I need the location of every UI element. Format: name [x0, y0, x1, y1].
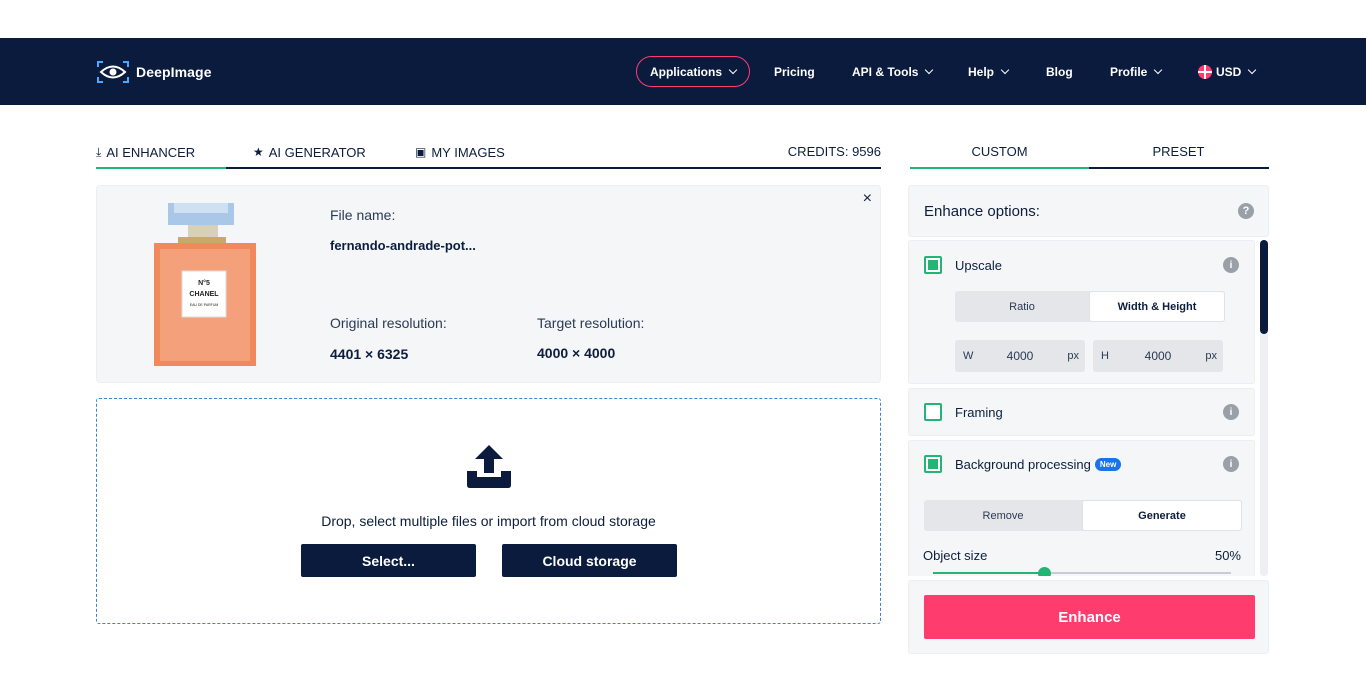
file-name-label: File name: [330, 207, 396, 223]
mode-width-height-button[interactable]: Width & Height [1089, 291, 1225, 322]
tab-ai-enhancer[interactable]: ⤓ AI ENHANCER [96, 144, 195, 160]
chevron-down-icon [728, 65, 738, 74]
tab-my-images[interactable]: ▣ MY IMAGES [415, 144, 505, 160]
nav-api-tools-label: API & Tools [852, 64, 919, 79]
tab-custom[interactable]: CUSTOM [910, 144, 1089, 159]
nav-pricing[interactable]: Pricing [774, 56, 815, 87]
height-unit: px [1205, 350, 1217, 362]
tab-ai-generator-label: AI GENERATOR [268, 144, 366, 160]
nav-profile-label: Profile [1110, 64, 1148, 79]
close-icon[interactable]: × [863, 190, 872, 208]
width-value: 4000 [1006, 349, 1034, 363]
star-icon: ★ [253, 145, 264, 159]
tab-ai-generator[interactable]: ★ AI GENERATOR [253, 144, 366, 160]
chevron-down-icon [1154, 65, 1163, 74]
file-card: N°5 CHANEL EAU DE PARFUM File name: fern… [96, 185, 881, 383]
upscale-checkbox[interactable] [924, 256, 942, 274]
bottle-label-line: N°5 [198, 279, 210, 287]
upload-dropzone[interactable]: Drop, select multiple files or import fr… [96, 398, 881, 624]
background-mode-toggle: Remove Generate [924, 500, 1242, 531]
enhance-options-header: Enhance options: ? [908, 185, 1269, 237]
width-input[interactable]: W 4000 px [955, 340, 1085, 372]
info-icon[interactable]: i [1223, 456, 1239, 472]
perfume-thumbnail: N°5 CHANEL EAU DE PARFUM [154, 203, 256, 366]
chevron-down-icon [1000, 65, 1010, 74]
info-icon[interactable]: i [1223, 257, 1239, 273]
tab-underline [1089, 167, 1269, 169]
top-navbar: DeepImage Applications Pricing API & Too… [0, 38, 1366, 105]
nav-help-label: Help [968, 64, 995, 79]
nav-api-tools[interactable]: API & Tools [852, 56, 934, 87]
tab-active-indicator [910, 167, 1089, 169]
framing-title: Framing [955, 405, 1003, 420]
tab-preset[interactable]: PRESET [1089, 144, 1268, 159]
upload-icon [467, 445, 511, 488]
enhance-options-list: Upscale i Ratio Width & Height W 4000 px… [908, 238, 1269, 576]
upscale-title: Upscale [955, 258, 1002, 273]
framing-section: Framing i [908, 388, 1255, 436]
eye-icon [97, 61, 129, 83]
enhance-footer: Enhance [908, 580, 1269, 654]
nav-pricing-label: Pricing [774, 64, 815, 79]
bottle-label-line: EAU DE PARFUM [190, 303, 219, 307]
tab-my-images-label: MY IMAGES [431, 144, 505, 160]
background-title-label: Background processing [955, 457, 1091, 472]
original-resolution-label: Original resolution: [330, 315, 447, 331]
framing-checkbox[interactable] [924, 403, 942, 421]
upscale-section: Upscale i Ratio Width & Height W 4000 px… [908, 240, 1255, 384]
images-icon: ▣ [415, 145, 427, 159]
background-title: Background processing New [955, 457, 1122, 472]
chevron-down-icon [1248, 65, 1257, 74]
height-input[interactable]: H 4000 px [1093, 340, 1223, 372]
nav-blog[interactable]: Blog [1046, 56, 1073, 87]
nav-help[interactable]: Help [968, 56, 1010, 87]
bottle-label-line: CHANEL [189, 291, 219, 298]
info-icon[interactable]: i [1223, 404, 1239, 420]
file-name-value: fernando-andrade-pot... [330, 238, 476, 253]
select-button[interactable]: Select... [301, 544, 476, 577]
nav-currency-label: USD [1216, 64, 1242, 79]
upscale-mode-toggle: Ratio Width & Height [955, 291, 1225, 322]
object-size-label: Object size [923, 548, 988, 563]
tab-underline [226, 167, 881, 169]
target-resolution-value: 4000 × 4000 [537, 345, 616, 361]
cloud-storage-button[interactable]: Cloud storage [502, 544, 677, 577]
brand-logo[interactable]: DeepImage [96, 58, 212, 86]
tab-active-indicator [96, 167, 226, 169]
brand-name: DeepImage [136, 64, 212, 80]
upload-small-icon: ⤓ [96, 144, 102, 159]
nav-applications[interactable]: Applications [636, 56, 750, 87]
credits-counter: CREDITS: 9596 [787, 144, 881, 159]
target-resolution-label: Target resolution: [537, 315, 645, 331]
width-unit: px [1067, 350, 1079, 362]
globe-icon [1198, 64, 1212, 79]
generate-button[interactable]: Generate [1082, 500, 1242, 531]
enhance-options-title: Enhance options: [924, 203, 1040, 220]
dropzone-text: Drop, select multiple files or import fr… [321, 513, 656, 529]
object-size-slider-handle[interactable] [1038, 567, 1051, 576]
nav-profile[interactable]: Profile [1110, 56, 1163, 87]
help-icon[interactable]: ? [1238, 203, 1254, 219]
background-checkbox[interactable] [924, 455, 942, 473]
nav-currency[interactable]: USD [1198, 56, 1257, 87]
height-value: 4000 [1144, 349, 1172, 363]
enhance-button[interactable]: Enhance [924, 595, 1255, 639]
nav-blog-label: Blog [1046, 64, 1073, 79]
remove-button[interactable]: Remove [924, 500, 1082, 531]
chevron-down-icon [925, 65, 934, 74]
object-size-slider-fill [933, 572, 1045, 574]
new-badge: New [1094, 458, 1122, 471]
tab-ai-enhancer-label: AI ENHANCER [106, 144, 196, 160]
object-size-value: 50% [1214, 548, 1241, 563]
original-resolution-value: 4401 × 6325 [330, 346, 409, 362]
nav-applications-label: Applications [649, 64, 722, 79]
mode-ratio-button[interactable]: Ratio [955, 291, 1089, 322]
